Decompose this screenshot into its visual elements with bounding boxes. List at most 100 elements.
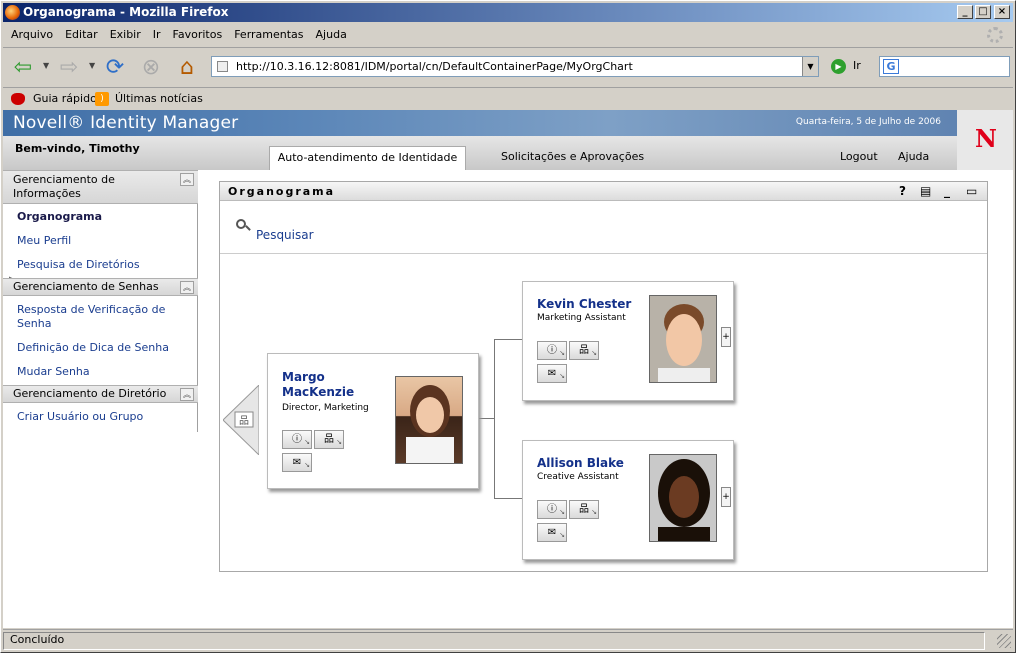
address-bar[interactable]: http://10.3.16.12:8081/IDM/portal/cn/Def…: [211, 56, 819, 77]
page-content: Novell® Identity Manager Quarta-feira, 5…: [3, 110, 1013, 628]
browser-window: Organograma - Mozilla Firefox _ □ × Arqu…: [0, 0, 1016, 653]
sidebar-item-criar-usuario[interactable]: Criar Usuário ou Grupo: [17, 410, 143, 423]
menu-arquivo[interactable]: Arquivo: [3, 24, 59, 45]
bookmarks-toolbar: Guia rápido ) Últimas notícias: [3, 87, 1013, 109]
search-link[interactable]: Pesquisar: [256, 228, 314, 242]
close-button[interactable]: ×: [994, 5, 1010, 19]
logout-link[interactable]: Logout: [840, 150, 878, 163]
welcome-text: Bem-vindo, Timothy: [15, 142, 140, 155]
org-card-manager: Margo MacKenzie Director, Marketing ⓘ ↘ 品…: [267, 353, 479, 489]
sidebar-section-title: Gerenciamento de Senhas: [13, 280, 159, 293]
print-icon[interactable]: ▤: [920, 184, 931, 198]
app-header: Novell® Identity Manager Quarta-feira, 5…: [3, 110, 1013, 136]
menu-ferramentas[interactable]: Ferramentas: [228, 24, 309, 45]
person-name-line2[interactable]: MacKenzie: [282, 385, 354, 400]
app-title: Novell® Identity Manager: [13, 113, 239, 133]
person-name-line1[interactable]: Margo: [282, 370, 325, 385]
connector-line: [494, 498, 522, 499]
info-icon[interactable]: ⓘ ↘: [537, 341, 567, 360]
google-icon[interactable]: G: [883, 59, 899, 74]
help-icon[interactable]: ?: [899, 184, 906, 198]
bookmark-guia-rapido[interactable]: Guia rápido: [33, 88, 97, 110]
person-photo[interactable]: [649, 295, 717, 383]
menu-ajuda[interactable]: Ajuda: [310, 24, 353, 45]
novell-logo: N: [957, 110, 1013, 170]
maximize-button[interactable]: □: [975, 5, 991, 19]
sidebar-section-passwords[interactable]: Gerenciamento de Senhas ︽: [3, 278, 198, 296]
bookmark-icon: [11, 93, 25, 105]
home-icon[interactable]: ⌂: [173, 54, 201, 80]
sidebar: Gerenciamento de Informações ︽ ▸ Organog…: [3, 170, 198, 432]
email-icon[interactable]: ✉ ↘: [537, 523, 567, 542]
url-dropdown-icon[interactable]: ▼: [802, 57, 818, 76]
title-bar: Organograma - Mozilla Firefox _ □ ×: [3, 3, 1013, 22]
minimize-button[interactable]: _: [957, 5, 973, 19]
forward-arrow-icon[interactable]: ⇨: [55, 54, 83, 80]
email-icon[interactable]: ✉ ↘: [537, 364, 567, 383]
menu-editar[interactable]: Editar: [59, 24, 104, 45]
back-arrow-icon[interactable]: ⇦: [9, 54, 37, 80]
collapse-icon[interactable]: ︽: [180, 173, 194, 186]
org-chart-icon[interactable]: 品 ↘: [569, 341, 599, 360]
person-name[interactable]: Kevin Chester: [537, 297, 631, 312]
minimize-icon[interactable]: _: [944, 184, 950, 198]
bookmark-ultimas-noticias[interactable]: Últimas notícias: [115, 88, 203, 110]
stop-icon[interactable]: ⊗: [137, 54, 165, 80]
connector-line: [494, 339, 495, 498]
app-subheader: Bem-vindo, Timothy Auto-atendimento de I…: [3, 136, 957, 170]
firefox-icon: [5, 5, 20, 20]
sidebar-item-pesquisa-diretorios[interactable]: Pesquisa de Diretórios: [17, 258, 140, 271]
back-dropdown-icon[interactable]: ▼: [43, 61, 49, 70]
sidebar-item-organograma[interactable]: Organograma: [17, 210, 102, 223]
menu-bar: Arquivo Editar Exibir Ir Favoritos Ferramenta…: [3, 24, 1013, 45]
menu-favoritos[interactable]: Favoritos: [167, 24, 229, 45]
org-chart-icon[interactable]: 品 ↘: [569, 500, 599, 519]
collapse-icon[interactable]: ︽: [180, 281, 194, 294]
status-bar: Concluído: [3, 629, 1013, 651]
maximize-icon[interactable]: ▭: [966, 184, 977, 198]
forward-dropdown-icon[interactable]: ▼: [89, 61, 95, 70]
org-card-report: Kevin Chester Marketing Assistant ⓘ ↘ 品 ↘ …: [522, 281, 734, 401]
sidebar-section-info[interactable]: Gerenciamento de Informações ︽: [3, 170, 198, 204]
tab-identity-self-service[interactable]: Auto-atendimento de Identidade: [269, 146, 466, 170]
menu-exibir[interactable]: Exibir: [104, 24, 147, 45]
email-icon[interactable]: ✉ ↘: [282, 453, 312, 472]
info-icon[interactable]: ⓘ ↘: [282, 430, 312, 449]
person-title: Marketing Assistant: [537, 313, 626, 323]
resize-grip-icon[interactable]: [997, 634, 1011, 648]
search-box[interactable]: G: [879, 56, 1010, 77]
person-photo[interactable]: [649, 454, 717, 542]
page-icon: [217, 61, 228, 72]
person-photo[interactable]: [395, 376, 463, 464]
sidebar-section-title: Gerenciamento de Diretório: [13, 387, 167, 400]
sidebar-item-resposta-verificacao[interactable]: Resposta de Verificação de Senha: [17, 303, 177, 331]
sidebar-item-definicao-dica[interactable]: Definição de Dica de Senha: [17, 341, 169, 354]
window-title: Organograma - Mozilla Firefox: [23, 5, 229, 19]
up-level-arrow-icon[interactable]: 品: [223, 385, 259, 455]
throbber-icon: [987, 27, 1003, 43]
expand-icon[interactable]: +: [721, 487, 731, 507]
search-row: Pesquisar: [220, 202, 987, 254]
portlet-title: Organograma: [228, 185, 336, 198]
tab-requests-approvals[interactable]: Solicitações e Aprovações: [501, 150, 644, 163]
info-icon[interactable]: ⓘ ↘: [537, 500, 567, 519]
rss-icon: ): [95, 92, 109, 106]
reload-icon[interactable]: ⟳: [101, 54, 129, 80]
sidebar-item-meu-perfil[interactable]: Meu Perfil: [17, 234, 71, 247]
svg-text:品: 品: [239, 415, 249, 427]
menu-ir[interactable]: Ir: [147, 24, 167, 45]
org-chart-icon[interactable]: 品 ↘: [314, 430, 344, 449]
expand-icon[interactable]: +: [721, 327, 731, 347]
collapse-icon[interactable]: ︽: [180, 388, 194, 401]
go-icon[interactable]: ▶: [831, 59, 846, 74]
status-text: Concluído: [10, 633, 65, 646]
person-name[interactable]: Allison Blake: [537, 456, 624, 471]
magnifier-icon[interactable]: [236, 219, 246, 229]
person-title: Creative Assistant: [537, 472, 619, 482]
go-label[interactable]: Ir: [853, 59, 861, 72]
sidebar-item-mudar-senha[interactable]: Mudar Senha: [17, 365, 90, 378]
date-label: Quarta-feira, 5 de Julho de 2006: [795, 117, 941, 127]
sidebar-section-directory[interactable]: Gerenciamento de Diretório ︽: [3, 385, 198, 403]
help-link[interactable]: Ajuda: [898, 150, 929, 163]
navigation-toolbar: ⇦ ▼ ⇨ ▼ ⟳ ⊗ ⌂ http://10.3.16.12:8081/IDM…: [3, 47, 1013, 85]
